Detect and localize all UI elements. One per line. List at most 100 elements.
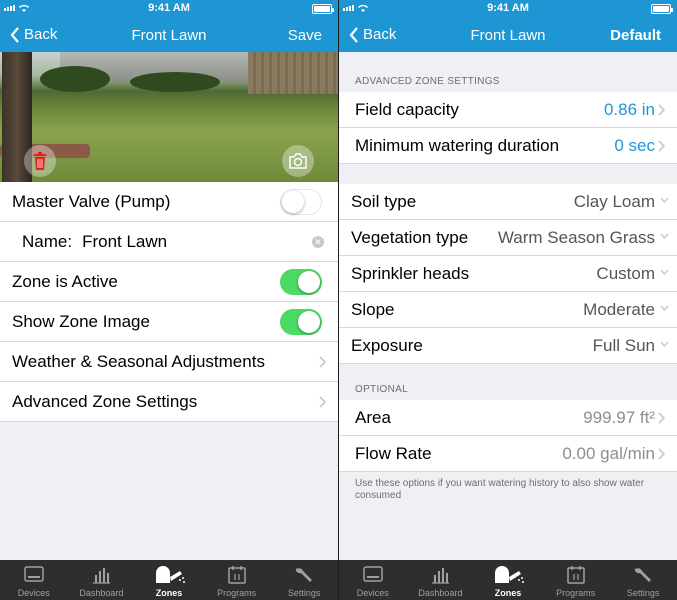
tab-label: Devices: [17, 588, 50, 598]
tab-label: Dashboard: [418, 588, 463, 598]
tab-settings[interactable]: Settings: [270, 560, 338, 600]
show-image-toggle[interactable]: [280, 309, 322, 335]
optional-section-header: OPTIONAL: [355, 384, 408, 395]
master-valve-label: Master Valve (Pump): [12, 191, 171, 211]
name-field[interactable]: Front Lawn: [82, 232, 167, 252]
zone-settings-list: Master Valve (Pump) Name: Front Lawn ✕ Z…: [0, 182, 338, 422]
area-row[interactable]: Area 999.97 ft²: [339, 400, 677, 436]
field-capacity-label: Field capacity: [355, 99, 459, 119]
field-capacity-row[interactable]: Field capacity 0.86 in: [339, 92, 677, 128]
sprinkler-heads-select[interactable]: Sprinkler heads Custom: [339, 256, 677, 292]
optional-note: Use these options if you want watering h…: [355, 478, 645, 501]
show-image-row: Show Zone Image: [0, 302, 338, 342]
chevron-down-icon: [660, 233, 669, 239]
min-duration-row[interactable]: Minimum watering duration 0 sec: [339, 128, 677, 164]
tab-label: Programs: [217, 588, 257, 598]
advanced-list: Field capacity 0.86 in Minimum watering …: [339, 92, 677, 164]
wrench-icon: [634, 568, 652, 582]
bar-chart-icon: [432, 568, 450, 584]
advanced-settings-screen: 9:41 AM Back Front Lawn Default ADVANCED…: [339, 0, 677, 600]
camera-button[interactable]: [282, 145, 314, 177]
master-valve-row: Master Valve (Pump): [0, 182, 338, 222]
tab-zones[interactable]: Zones: [474, 560, 542, 600]
status-bar: 9:41 AM: [0, 0, 338, 18]
vegetation-type-select[interactable]: Vegetation type Warm Season Grass: [339, 220, 677, 256]
tab-dashboard[interactable]: Dashboard: [68, 560, 136, 600]
soil-type-value: Clay Loam: [573, 192, 655, 211]
tab-label: Dashboard: [79, 588, 124, 598]
tab-devices[interactable]: Devices: [0, 560, 68, 600]
sprinkler-heads-value: Custom: [596, 264, 655, 283]
master-valve-toggle[interactable]: [280, 189, 322, 215]
tab-dashboard[interactable]: Dashboard: [407, 560, 475, 600]
chevron-down-icon: [660, 197, 669, 203]
delete-photo-button[interactable]: [24, 145, 56, 177]
chevron-right-icon: [658, 140, 665, 152]
battery-icon: [312, 4, 334, 14]
chevron-right-icon: [658, 412, 665, 424]
watering-can-icon: [494, 566, 524, 583]
flow-rate-label: Flow Rate: [355, 443, 432, 463]
min-duration-value: 0 sec: [614, 136, 655, 155]
area-label: Area: [355, 407, 391, 427]
weather-adjustments-label: Weather & Seasonal Adjustments: [12, 351, 265, 371]
tab-programs[interactable]: Programs: [203, 560, 271, 600]
slope-value: Moderate: [583, 300, 655, 319]
flow-rate-row[interactable]: Flow Rate 0.00 gal/min: [339, 436, 677, 472]
chevron-down-icon: [660, 305, 669, 311]
optional-list: Area 999.97 ft² Flow Rate 0.00 gal/min: [339, 400, 677, 472]
flow-rate-value: 0.00 gal/min: [562, 444, 655, 463]
exposure-select[interactable]: Exposure Full Sun: [339, 328, 677, 364]
weather-adjustments-row[interactable]: Weather & Seasonal Adjustments: [0, 342, 338, 382]
tab-devices[interactable]: Devices: [339, 560, 407, 600]
calendar-icon: [566, 566, 585, 584]
save-button[interactable]: Save: [288, 27, 322, 44]
zone-active-toggle[interactable]: [280, 269, 322, 295]
battery-icon: [651, 4, 673, 14]
zone-active-row: Zone is Active: [0, 262, 338, 302]
trash-icon: [34, 152, 46, 170]
tab-label: Programs: [556, 588, 596, 598]
bar-chart-icon: [93, 568, 111, 584]
tab-label: Zones: [494, 588, 522, 598]
field-capacity-value: 0.86 in: [603, 100, 655, 119]
zone-active-label: Zone is Active: [12, 271, 118, 291]
soil-type-select[interactable]: Soil type Clay Loam: [339, 184, 677, 220]
advanced-settings-row[interactable]: Advanced Zone Settings: [0, 382, 338, 422]
chevron-right-icon: [319, 396, 326, 408]
soil-vegetation-list: Soil type Clay Loam Vegetation type Warm…: [339, 184, 677, 364]
chevron-right-icon: [658, 448, 665, 460]
slope-label: Slope: [351, 299, 395, 319]
tab-programs[interactable]: Programs: [542, 560, 610, 600]
sprinkler-heads-label: Sprinkler heads: [351, 263, 470, 283]
photo-bush: [130, 72, 220, 92]
nav-bar: Back Front Lawn Default: [339, 18, 677, 52]
slope-select[interactable]: Slope Moderate: [339, 292, 677, 328]
advanced-settings-label: Advanced Zone Settings: [12, 391, 198, 411]
device-icon: [24, 566, 44, 582]
status-bar: 9:41 AM: [339, 0, 677, 18]
chevron-down-icon: [660, 269, 669, 275]
zone-settings-screen: 9:41 AM Back Front Lawn Save Master Valv…: [0, 0, 338, 600]
watering-can-icon: [155, 566, 185, 583]
device-icon: [363, 566, 383, 582]
tab-label: Devices: [356, 588, 389, 598]
exposure-label: Exposure: [351, 335, 423, 355]
default-button[interactable]: Default: [610, 27, 661, 44]
wrench-icon: [295, 568, 313, 582]
vegetation-type-label: Vegetation type: [351, 227, 469, 247]
vegetation-type-value: Warm Season Grass: [497, 228, 655, 247]
camera-icon: [289, 153, 307, 169]
clear-text-icon[interactable]: ✕: [312, 236, 324, 248]
tab-settings[interactable]: Settings: [609, 560, 677, 600]
tab-label: Settings: [287, 588, 321, 598]
advanced-section-header: ADVANCED ZONE SETTINGS: [355, 76, 500, 87]
tab-label: Zones: [155, 588, 183, 598]
photo-bush: [40, 66, 110, 92]
name-label: Name:: [22, 231, 73, 251]
status-time: 9:41 AM: [487, 2, 529, 14]
show-image-label: Show Zone Image: [12, 311, 150, 331]
chevron-down-icon: [660, 341, 669, 347]
tab-zones[interactable]: Zones: [135, 560, 203, 600]
